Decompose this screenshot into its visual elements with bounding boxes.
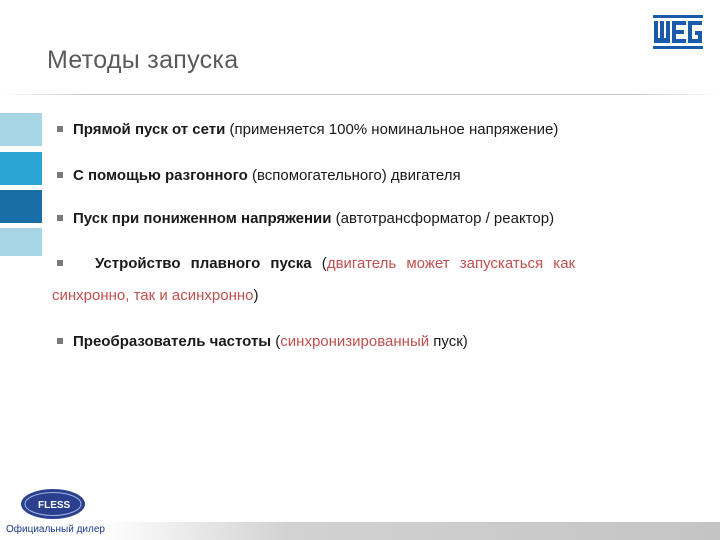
list-item-continuation: синхронно, так и асинхронно) xyxy=(52,287,259,304)
accent-bar-4 xyxy=(0,228,42,256)
footer-bar: Официальный дилер xyxy=(0,522,720,540)
list-item: Прямой пуск от сети (применяется 100% но… xyxy=(57,121,558,138)
bullet-icon xyxy=(57,338,63,344)
accent-bar-2 xyxy=(0,152,42,185)
slide-title: Методы запуска xyxy=(47,46,239,74)
weg-logo-icon xyxy=(652,14,704,50)
bullet-icon xyxy=(57,126,63,132)
bullet-icon xyxy=(57,215,63,221)
bullet-icon xyxy=(57,260,63,266)
list-item: Устройство плавного пуска (двигатель мож… xyxy=(57,255,677,272)
dealer-logo-icon: FLESS xyxy=(21,489,85,519)
accent-bar-1 xyxy=(0,113,42,146)
list-item: Преобразователь частоты (синхронизирован… xyxy=(57,333,468,350)
list-item: С помощью разгонного (вспомогательного) … xyxy=(57,167,461,184)
list-item: Пуск при пониженном напряжении (автотран… xyxy=(57,210,554,227)
bullet-icon xyxy=(57,172,63,178)
accent-bar-3 xyxy=(0,190,42,223)
svg-text:FLESS: FLESS xyxy=(38,500,71,511)
title-divider xyxy=(0,94,720,95)
footer-dealer-label: Официальный дилер xyxy=(6,524,105,535)
